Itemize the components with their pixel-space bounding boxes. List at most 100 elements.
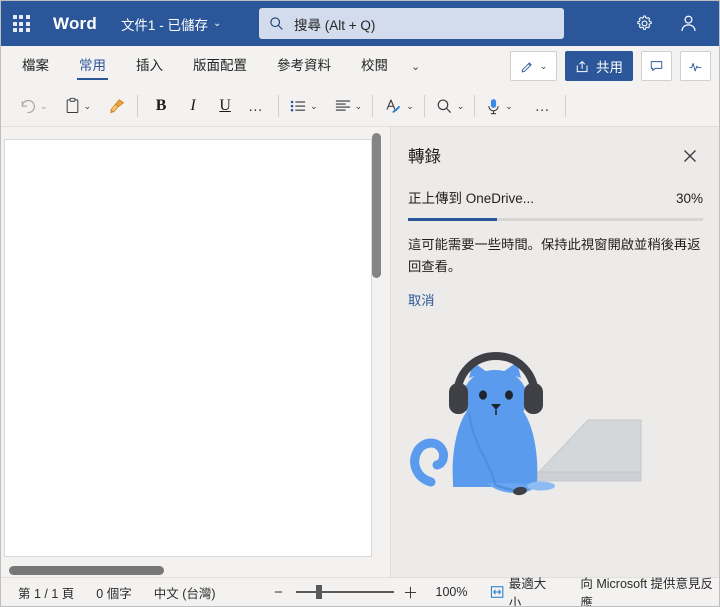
toolbar-divider-2	[278, 95, 280, 117]
underline-button[interactable]: U	[209, 91, 241, 121]
tab-file[interactable]: 檔案	[20, 46, 51, 86]
language-indicator[interactable]: 中文 (台灣)	[154, 583, 216, 602]
chevron-down-icon: ⌄	[505, 100, 513, 111]
upload-progress-percent: 30%	[675, 191, 703, 206]
chevron-down-icon: ⌄	[354, 100, 363, 111]
cancel-link[interactable]: 取消	[408, 290, 435, 309]
tab-review[interactable]: 校閱	[359, 46, 390, 86]
italic-label: I	[190, 97, 196, 114]
clipboard-icon	[66, 97, 78, 114]
fit-width-label: 最適大小	[508, 577, 547, 607]
feedback-link[interactable]: 向 Microsoft 提供意見反應	[580, 573, 719, 606]
styles-button[interactable]: ⌄	[380, 91, 417, 121]
tab-insert[interactable]: 插入	[134, 46, 165, 86]
horizontal-scrollbar-thumb[interactable]	[9, 566, 164, 575]
undo-button[interactable]: ⌄	[15, 91, 51, 121]
page-info[interactable]: 第 1 / 1 頁	[18, 583, 74, 602]
format-painter-icon	[110, 98, 125, 113]
title-bar: Word 文件1 - 已儲存 ⌄ 搜尋 (Alt + Q)	[1, 1, 719, 46]
titlebar-actions	[631, 1, 713, 46]
toolbar-divider-3	[372, 95, 374, 117]
chevron-down-icon: ⌄	[83, 100, 92, 111]
toolbar-divider-1	[137, 95, 139, 117]
zoom-slider-thumb[interactable]	[315, 585, 322, 599]
search-icon	[270, 17, 283, 30]
activity-button[interactable]	[680, 51, 711, 81]
upload-status-text: 正上傳到 OneDrive...	[408, 191, 535, 206]
close-icon	[684, 150, 696, 162]
tab-home[interactable]: 常用	[77, 46, 108, 86]
paste-button[interactable]: ⌄	[61, 91, 95, 121]
align-button[interactable]: ⌄	[331, 91, 366, 121]
waffle-icon	[12, 15, 30, 32]
bold-label: B	[155, 97, 167, 114]
zoom-control: − ＋	[266, 581, 424, 603]
underline-label: U	[219, 97, 231, 114]
styles-pen-icon	[386, 98, 401, 113]
bulleted-list-icon	[290, 100, 306, 112]
transcribe-pane-header: 轉錄	[391, 127, 719, 169]
chevron-down-icon: ⌄	[456, 100, 465, 111]
comment-icon	[650, 61, 663, 71]
microphone-icon	[488, 98, 499, 114]
ellipsis-icon: …	[534, 97, 552, 115]
ribbon-actions: ⌄ 共用	[510, 51, 711, 81]
bullets-button[interactable]: ⌄	[286, 91, 321, 121]
toolbar-divider-5	[474, 95, 476, 117]
account-button[interactable]	[675, 11, 701, 37]
editing-mode-button[interactable]: ⌄	[510, 51, 557, 81]
fit-width-icon	[490, 586, 503, 598]
comments-button[interactable]	[641, 51, 672, 81]
gear-icon	[636, 15, 652, 30]
toolbar-divider-6	[564, 95, 566, 117]
search-placeholder: 搜尋 (Alt + Q)	[294, 17, 376, 33]
document-page[interactable]	[4, 139, 372, 557]
chevron-down-icon: ⌄	[310, 100, 318, 111]
zoom-level-label[interactable]: 100%	[436, 585, 468, 599]
find-button[interactable]: ⌄	[432, 91, 468, 121]
document-title-button[interactable]: 文件1 - 已儲存 ⌄	[121, 14, 221, 34]
font-more-button[interactable]: …	[241, 91, 271, 121]
pane-title: 轉錄	[408, 148, 441, 166]
vertical-scrollbar-thumb[interactable]	[372, 133, 381, 278]
word-count[interactable]: 0 個字	[96, 583, 131, 602]
bold-button[interactable]: B	[145, 91, 177, 121]
activity-pulse-icon	[689, 62, 702, 71]
zoom-in-button[interactable]: ＋	[398, 581, 424, 603]
italic-button[interactable]: I	[177, 91, 209, 121]
document-area	[1, 127, 389, 579]
chevron-down-icon: ⌄	[406, 100, 414, 111]
pen-icon	[521, 61, 532, 72]
chevron-down-icon: ⌄	[40, 100, 48, 111]
more-tabs-chevron-icon[interactable]: ⌄	[411, 46, 420, 86]
share-button[interactable]: 共用	[565, 51, 633, 81]
quick-toolbar: ⌄ ⌄ B I U … ⌄ ⌄ ⌄ ⌄ ⌄ …	[1, 86, 719, 127]
upload-status-row: 正上傳到 OneDrive... 30%	[391, 169, 719, 207]
word-online-window: Word 文件1 - 已儲存 ⌄ 搜尋 (Alt + Q) 檔案 常用 插入 版…	[0, 0, 720, 607]
toolbar-more-button[interactable]: …	[528, 91, 558, 121]
tab-layout[interactable]: 版面配置	[191, 46, 249, 86]
zoom-out-button[interactable]: −	[266, 581, 292, 603]
status-bar: 第 1 / 1 頁 0 個字 中文 (台灣) − ＋ 100% 最適大小 向 M…	[1, 577, 719, 606]
close-pane-button[interactable]	[675, 143, 705, 169]
document-title-label: 文件1 - 已儲存	[120, 17, 208, 33]
search-icon	[437, 98, 451, 113]
app-launcher-button[interactable]	[1, 1, 41, 46]
tab-references[interactable]: 參考資料	[275, 46, 333, 86]
transcribe-illustration	[410, 351, 642, 496]
chevron-down-icon: ⌄	[212, 18, 222, 29]
toolbar-divider-4	[423, 95, 425, 117]
search-input[interactable]: 搜尋 (Alt + Q)	[259, 8, 564, 39]
upload-progress-bar	[408, 218, 703, 221]
vertical-scrollbar[interactable]	[372, 131, 381, 568]
fit-width-button[interactable]: 最適大小	[490, 573, 557, 607]
upload-progress-fill	[408, 218, 497, 221]
transcribe-pane: 轉錄 正上傳到 OneDrive... 30% 這可能需要一些時間。保持此視窗開…	[390, 127, 719, 579]
ellipsis-icon: …	[247, 97, 265, 115]
person-icon	[680, 15, 696, 31]
settings-button[interactable]	[631, 11, 657, 37]
zoom-slider[interactable]	[295, 581, 394, 603]
format-painter-button[interactable]	[104, 91, 130, 121]
chevron-down-icon: ⌄	[539, 60, 548, 71]
dictate-button[interactable]: ⌄	[482, 91, 516, 121]
